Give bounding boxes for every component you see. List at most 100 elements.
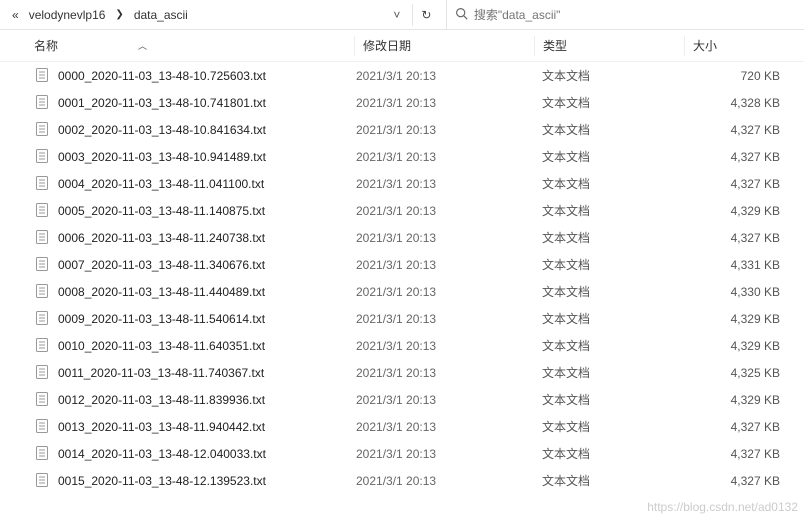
- file-type: 文本文档: [534, 229, 684, 246]
- file-name: 0014_2020-11-03_13-48-12.040033.txt: [58, 447, 354, 461]
- file-row[interactable]: 0006_2020-11-03_13-48-11.240738.txt 2021…: [0, 224, 804, 251]
- file-date: 2021/3/1 20:13: [354, 231, 534, 245]
- file-name: 0005_2020-11-03_13-48-11.140875.txt: [58, 204, 354, 218]
- file-name: 0010_2020-11-03_13-48-11.640351.txt: [58, 339, 354, 353]
- address-toolbar: « velodynevlp16 ❯ data_ascii ˅ ↻: [0, 0, 804, 30]
- file-size: 4,331 KB: [684, 258, 804, 272]
- file-size: 4,327 KB: [684, 231, 804, 245]
- file-name: 0001_2020-11-03_13-48-10.741801.txt: [58, 96, 354, 110]
- text-file-icon: [34, 67, 52, 85]
- file-name: 0015_2020-11-03_13-48-12.139523.txt: [58, 474, 354, 488]
- file-date: 2021/3/1 20:13: [354, 96, 534, 110]
- file-name: 0007_2020-11-03_13-48-11.340676.txt: [58, 258, 354, 272]
- file-size: 720 KB: [684, 69, 804, 83]
- address-dropdown-button[interactable]: ˅: [386, 4, 408, 26]
- file-date: 2021/3/1 20:13: [354, 447, 534, 461]
- file-name: 0000_2020-11-03_13-48-10.725603.txt: [58, 69, 354, 83]
- text-file-icon: [34, 391, 52, 409]
- breadcrumb[interactable]: « velodynevlp16 ❯ data_ascii: [4, 8, 196, 22]
- column-header-type[interactable]: 类型: [534, 36, 684, 56]
- column-name-label: 名称: [34, 37, 58, 54]
- file-name: 0004_2020-11-03_13-48-11.041100.txt: [58, 177, 354, 191]
- file-type: 文本文档: [534, 283, 684, 300]
- chevron-right-icon[interactable]: ❯: [113, 9, 125, 20]
- column-header-date[interactable]: 修改日期: [354, 36, 534, 56]
- file-list: 0000_2020-11-03_13-48-10.725603.txt 2021…: [0, 62, 804, 494]
- text-file-icon: [34, 310, 52, 328]
- file-date: 2021/3/1 20:13: [354, 123, 534, 137]
- file-size: 4,327 KB: [684, 123, 804, 137]
- file-type: 文本文档: [534, 364, 684, 381]
- file-type: 文本文档: [534, 94, 684, 111]
- text-file-icon: [34, 472, 52, 490]
- column-header-size[interactable]: 大小: [684, 36, 804, 56]
- breadcrumb-prefix: «: [10, 8, 21, 22]
- file-row[interactable]: 0007_2020-11-03_13-48-11.340676.txt 2021…: [0, 251, 804, 278]
- file-type: 文本文档: [534, 337, 684, 354]
- text-file-icon: [34, 175, 52, 193]
- file-row[interactable]: 0002_2020-11-03_13-48-10.841634.txt 2021…: [0, 116, 804, 143]
- file-row[interactable]: 0005_2020-11-03_13-48-11.140875.txt 2021…: [0, 197, 804, 224]
- breadcrumb-parent[interactable]: velodynevlp16: [27, 8, 108, 22]
- file-row[interactable]: 0010_2020-11-03_13-48-11.640351.txt 2021…: [0, 332, 804, 359]
- text-file-icon: [34, 94, 52, 112]
- file-date: 2021/3/1 20:13: [354, 393, 534, 407]
- file-row[interactable]: 0000_2020-11-03_13-48-10.725603.txt 2021…: [0, 62, 804, 89]
- text-file-icon: [34, 445, 52, 463]
- file-name: 0012_2020-11-03_13-48-11.839936.txt: [58, 393, 354, 407]
- file-size: 4,329 KB: [684, 204, 804, 218]
- watermark: https://blog.csdn.net/ad0132: [647, 500, 798, 514]
- file-row[interactable]: 0003_2020-11-03_13-48-10.941489.txt 2021…: [0, 143, 804, 170]
- file-type: 文本文档: [534, 472, 684, 489]
- text-file-icon: [34, 337, 52, 355]
- file-name: 0003_2020-11-03_13-48-10.941489.txt: [58, 150, 354, 164]
- file-row[interactable]: 0001_2020-11-03_13-48-10.741801.txt 2021…: [0, 89, 804, 116]
- file-size: 4,327 KB: [684, 150, 804, 164]
- refresh-icon: ↻: [421, 8, 431, 22]
- file-row[interactable]: 0009_2020-11-03_13-48-11.540614.txt 2021…: [0, 305, 804, 332]
- file-size: 4,328 KB: [684, 96, 804, 110]
- file-row[interactable]: 0004_2020-11-03_13-48-11.041100.txt 2021…: [0, 170, 804, 197]
- file-date: 2021/3/1 20:13: [354, 150, 534, 164]
- text-file-icon: [34, 148, 52, 166]
- file-size: 4,327 KB: [684, 420, 804, 434]
- file-size: 4,327 KB: [684, 177, 804, 191]
- refresh-button[interactable]: ↻: [412, 4, 440, 26]
- file-type: 文本文档: [534, 175, 684, 192]
- file-type: 文本文档: [534, 67, 684, 84]
- file-row[interactable]: 0013_2020-11-03_13-48-11.940442.txt 2021…: [0, 413, 804, 440]
- file-date: 2021/3/1 20:13: [354, 69, 534, 83]
- text-file-icon: [34, 283, 52, 301]
- file-name: 0008_2020-11-03_13-48-11.440489.txt: [58, 285, 354, 299]
- file-row[interactable]: 0011_2020-11-03_13-48-11.740367.txt 2021…: [0, 359, 804, 386]
- file-type: 文本文档: [534, 121, 684, 138]
- search-icon: [455, 7, 468, 23]
- column-headers: 名称 ︿ 修改日期 类型 大小: [0, 30, 804, 62]
- search-input[interactable]: [474, 8, 800, 22]
- chevron-down-icon: ˅: [393, 8, 400, 22]
- file-size: 4,325 KB: [684, 366, 804, 380]
- file-size: 4,329 KB: [684, 339, 804, 353]
- file-row[interactable]: 0014_2020-11-03_13-48-12.040033.txt 2021…: [0, 440, 804, 467]
- text-file-icon: [34, 229, 52, 247]
- file-name: 0013_2020-11-03_13-48-11.940442.txt: [58, 420, 354, 434]
- file-size: 4,329 KB: [684, 312, 804, 326]
- file-name: 0011_2020-11-03_13-48-11.740367.txt: [58, 366, 354, 380]
- text-file-icon: [34, 418, 52, 436]
- file-row[interactable]: 0012_2020-11-03_13-48-11.839936.txt 2021…: [0, 386, 804, 413]
- file-type: 文本文档: [534, 391, 684, 408]
- text-file-icon: [34, 202, 52, 220]
- file-size: 4,327 KB: [684, 474, 804, 488]
- text-file-icon: [34, 256, 52, 274]
- file-type: 文本文档: [534, 310, 684, 327]
- file-row[interactable]: 0008_2020-11-03_13-48-11.440489.txt 2021…: [0, 278, 804, 305]
- file-date: 2021/3/1 20:13: [354, 204, 534, 218]
- file-name: 0009_2020-11-03_13-48-11.540614.txt: [58, 312, 354, 326]
- column-header-name[interactable]: 名称 ︿: [34, 37, 354, 54]
- breadcrumb-current[interactable]: data_ascii: [132, 8, 190, 22]
- file-row[interactable]: 0015_2020-11-03_13-48-12.139523.txt 2021…: [0, 467, 804, 494]
- file-type: 文本文档: [534, 202, 684, 219]
- search-box[interactable]: [446, 0, 800, 29]
- file-type: 文本文档: [534, 445, 684, 462]
- file-type: 文本文档: [534, 148, 684, 165]
